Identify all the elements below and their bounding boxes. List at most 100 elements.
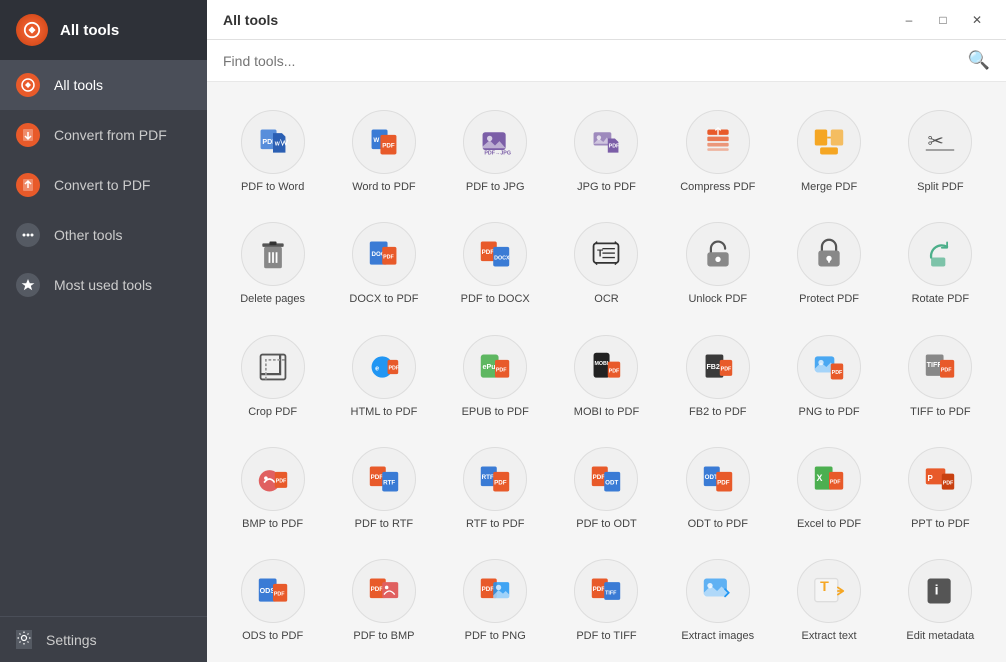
svg-text:PDF: PDF (382, 142, 395, 149)
tool-jpg-to-pdf[interactable]: PDFJPG to PDF (553, 98, 660, 202)
tool-icon-mobi-to-pdf: MOBIPDF (574, 335, 638, 399)
tool-extract-images[interactable]: Extract images (664, 547, 771, 651)
search-input[interactable] (223, 53, 968, 69)
tool-split-pdf[interactable]: ✂Split PDF (887, 98, 994, 202)
sidebar-item-convert-to-pdf[interactable]: Convert to PDF (0, 160, 207, 210)
tool-icon-rotate-pdf (908, 222, 972, 286)
tool-label-png-to-pdf: PNG to PDF (799, 405, 860, 419)
tool-unlock-pdf[interactable]: Unlock PDF (664, 210, 771, 314)
tool-pdf-to-odt[interactable]: PDFODTPDF to ODT (553, 435, 660, 539)
svg-text:PDF: PDF (383, 255, 394, 261)
search-bar: 🔍 (207, 40, 1006, 82)
sidebar-item-all-tools[interactable]: All tools (0, 60, 207, 110)
tool-excel-to-pdf[interactable]: XPDFExcel to PDF (775, 435, 882, 539)
close-button[interactable]: ✕ (964, 7, 990, 33)
tool-icon-pdf-to-jpg: PDF→JPG (463, 110, 527, 174)
tool-html-to-pdf[interactable]: ePDFHTML to PDF (330, 323, 437, 427)
tools-area: PDFWPDF to WordWPDFWord to PDFPDF→JPGPDF… (207, 82, 1006, 662)
tool-ocr[interactable]: TOCR (553, 210, 660, 314)
tool-rtf-to-pdf[interactable]: RTFPDFRTF to PDF (442, 435, 549, 539)
svg-text:PDF: PDF (609, 143, 620, 149)
tool-epub-to-pdf[interactable]: ePubPDFEPUB to PDF (442, 323, 549, 427)
svg-text:T: T (598, 249, 604, 260)
tool-label-pdf-to-jpg: PDF to JPG (466, 180, 525, 194)
tool-icon-crop-pdf (241, 335, 305, 399)
svg-text:PDF: PDF (609, 368, 620, 374)
tool-icon-ocr: T (574, 222, 638, 286)
tool-label-epub-to-pdf: EPUB to PDF (462, 405, 529, 419)
tool-bmp-to-pdf[interactable]: PDFBMP to PDF (219, 435, 326, 539)
tool-pdf-to-rtf[interactable]: PDFRTFPDF to RTF (330, 435, 437, 539)
svg-text:PDF: PDF (941, 367, 952, 373)
tool-pdf-to-bmp[interactable]: PDF PDF to BMP (330, 547, 437, 651)
tool-odt-to-pdf[interactable]: ODTPDFODT to PDF (664, 435, 771, 539)
tool-label-delete-pages: Delete pages (240, 292, 305, 306)
tool-png-to-pdf[interactable]: PDF PNG to PDF (775, 323, 882, 427)
svg-text:W: W (373, 137, 379, 144)
convert-from-pdf-icon (16, 123, 40, 147)
tool-icon-split-pdf: ✂ (908, 110, 972, 174)
tool-icon-png-to-pdf: PDF (797, 335, 861, 399)
tool-label-unlock-pdf: Unlock PDF (688, 292, 747, 306)
window-controls: – □ ✕ (896, 7, 990, 33)
tool-icon-extract-text: T (797, 559, 861, 623)
tool-delete-pages[interactable]: Delete pages (219, 210, 326, 314)
tool-protect-pdf[interactable]: Protect PDF (775, 210, 882, 314)
sidebar-logo: All tools (0, 0, 207, 60)
svg-text:RTF: RTF (482, 474, 494, 481)
other-tools-icon (16, 223, 40, 247)
svg-text:MOBI: MOBI (595, 361, 609, 367)
tool-label-pdf-to-tiff: PDF to TIFF (576, 629, 636, 643)
tool-tiff-to-pdf[interactable]: TIFFPDFTIFF to PDF (887, 323, 994, 427)
tool-label-pdf-to-bmp: PDF to BMP (353, 629, 414, 643)
tool-word-to-pdf[interactable]: WPDFWord to PDF (330, 98, 437, 202)
tool-mobi-to-pdf[interactable]: MOBIPDFMOBI to PDF (553, 323, 660, 427)
svg-text:PDF: PDF (720, 366, 731, 372)
tool-compress-pdf[interactable]: Compress PDF (664, 98, 771, 202)
tool-icon-pdf-to-docx: PDFDOCX (463, 222, 527, 286)
tool-icon-fb2-to-pdf: FB2PDF (686, 335, 750, 399)
tool-label-extract-images: Extract images (681, 629, 754, 643)
tool-ppt-to-pdf[interactable]: PPDFPPT to PDF (887, 435, 994, 539)
svg-text:ODT: ODT (606, 479, 619, 486)
tool-label-rotate-pdf: Rotate PDF (912, 292, 969, 306)
svg-text:PDF: PDF (830, 479, 841, 485)
titlebar-title: All tools (223, 12, 278, 28)
svg-text:PDF: PDF (371, 586, 384, 593)
tool-label-pdf-to-png: PDF to PNG (465, 629, 526, 643)
tool-pdf-to-tiff[interactable]: PDFTIFFPDF to TIFF (553, 547, 660, 651)
tool-edit-metadata[interactable]: iEdit metadata (887, 547, 994, 651)
svg-text:PDF→JPG: PDF→JPG (485, 150, 512, 156)
minimize-button[interactable]: – (896, 7, 922, 33)
tool-ods-to-pdf[interactable]: ODSPDFODS to PDF (219, 547, 326, 651)
tool-docx-to-pdf[interactable]: DOCXPDFDOCX to PDF (330, 210, 437, 314)
tool-label-rtf-to-pdf: RTF to PDF (466, 517, 524, 531)
tool-label-protect-pdf: Protect PDF (799, 292, 859, 306)
tool-merge-pdf[interactable]: Merge PDF (775, 98, 882, 202)
tool-pdf-to-docx[interactable]: PDFDOCXPDF to DOCX (442, 210, 549, 314)
tool-label-html-to-pdf: HTML to PDF (351, 405, 418, 419)
sidebar-item-other-tools[interactable]: Other tools (0, 210, 207, 260)
sidebar-settings[interactable]: Settings (0, 616, 207, 662)
tool-icon-pdf-to-odt: PDFODT (574, 447, 638, 511)
tool-rotate-pdf[interactable]: Rotate PDF (887, 210, 994, 314)
tool-icon-word-to-pdf: WPDF (352, 110, 416, 174)
tool-fb2-to-pdf[interactable]: FB2PDFFB2 to PDF (664, 323, 771, 427)
svg-text:✂: ✂ (928, 130, 944, 152)
sidebar-item-label-other-tools: Other tools (54, 227, 122, 243)
tools-grid: PDFWPDF to WordWPDFWord to PDFPDF→JPGPDF… (219, 98, 994, 651)
tool-pdf-to-png[interactable]: PDFPDF to PNG (442, 547, 549, 651)
tool-pdf-to-jpg[interactable]: PDF→JPG PDF to JPG (442, 98, 549, 202)
tool-pdf-to-word[interactable]: PDFWPDF to Word (219, 98, 326, 202)
sidebar-item-convert-from-pdf[interactable]: Convert from PDF (0, 110, 207, 160)
maximize-button[interactable]: □ (930, 7, 956, 33)
settings-icon (16, 630, 32, 649)
tool-label-ppt-to-pdf: PPT to PDF (911, 517, 969, 531)
sidebar-item-most-used-tools[interactable]: Most used tools (0, 260, 207, 310)
tool-crop-pdf[interactable]: Crop PDF (219, 323, 326, 427)
search-icon[interactable]: 🔍 (968, 50, 990, 71)
tool-label-edit-metadata: Edit metadata (906, 629, 974, 643)
tool-extract-text[interactable]: TExtract text (775, 547, 882, 651)
tool-label-pdf-to-rtf: PDF to RTF (355, 517, 413, 531)
tool-icon-odt-to-pdf: ODTPDF (686, 447, 750, 511)
